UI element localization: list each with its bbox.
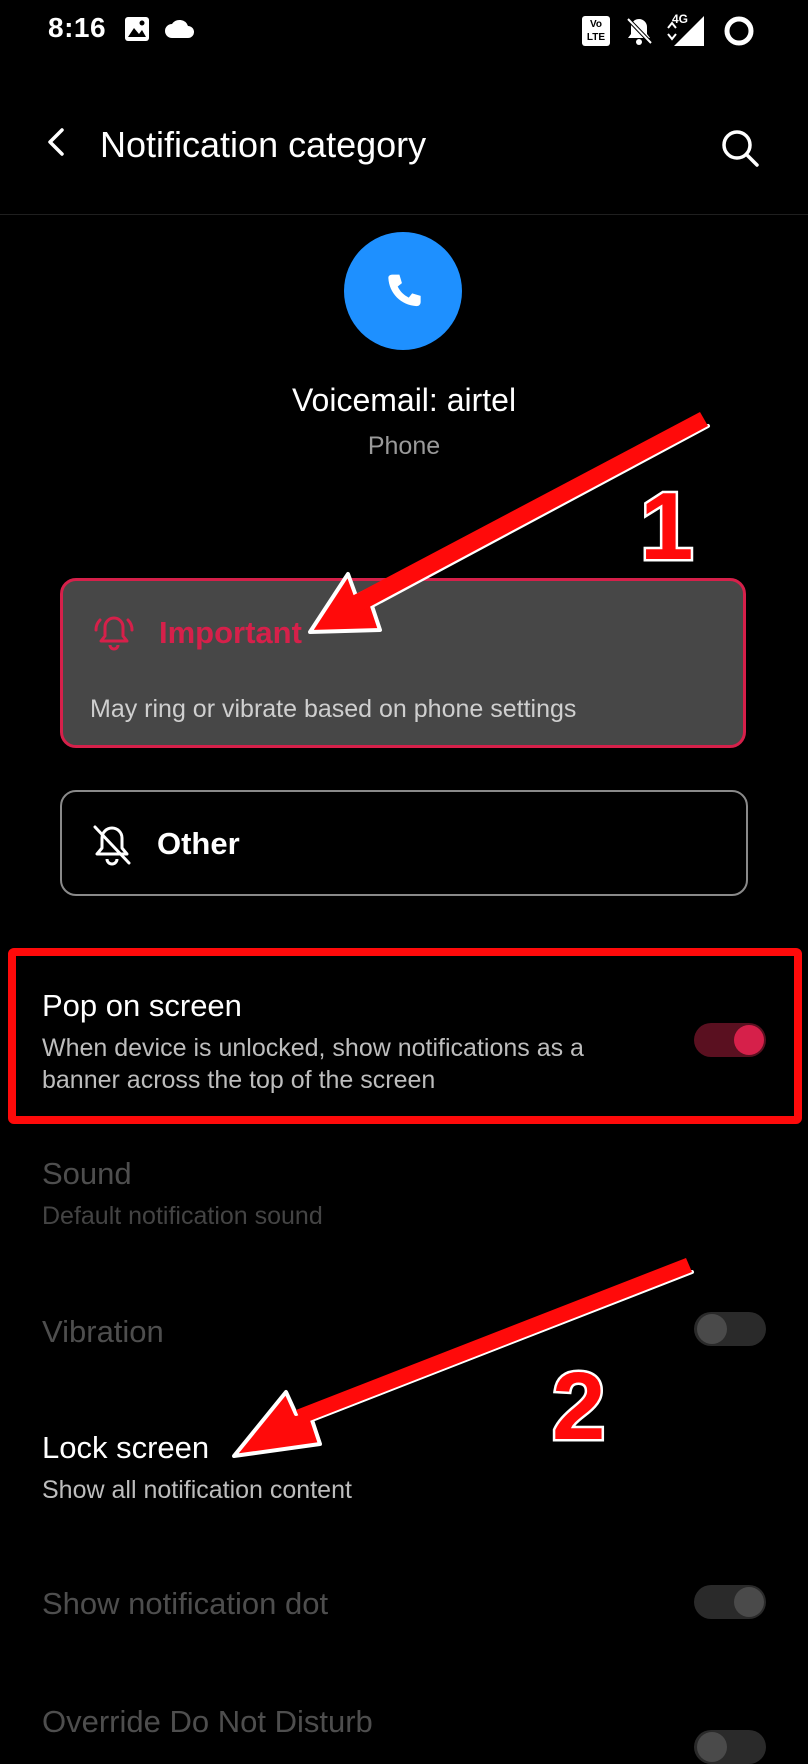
importance-other-card[interactable]: Other	[60, 790, 748, 896]
importance-important-card[interactable]: Important May ring or vibrate based on p…	[60, 578, 746, 748]
vibration-toggle[interactable]	[694, 1312, 766, 1346]
sound-subtitle: Default notification sound	[42, 1202, 323, 1230]
battery-ring-icon	[724, 16, 754, 46]
sound-title[interactable]: Sound	[42, 1156, 132, 1192]
phone-icon	[388, 274, 421, 307]
bell-ringing-icon	[94, 616, 134, 651]
image-icon	[125, 17, 149, 41]
notification-dot-toggle[interactable]	[694, 1585, 766, 1619]
channel-name: Voicemail: airtel	[291, 382, 517, 418]
notification-dot-title: Show notification dot	[42, 1586, 329, 1621]
page-title: Notification category	[100, 124, 427, 165]
toggle-knob	[734, 1587, 764, 1617]
bell-off-icon	[626, 17, 653, 45]
lock-screen-title[interactable]: Lock screen	[42, 1430, 209, 1466]
importance-important-description: May ring or vibrate based on phone setti…	[90, 695, 577, 723]
override-dnd-toggle[interactable]	[694, 1730, 766, 1764]
status-time: 8:16	[48, 12, 107, 43]
lock-screen-subtitle: Show all notification content	[42, 1476, 352, 1504]
pop-on-screen-subtitle-line2: banner across the top of the screen	[42, 1066, 436, 1094]
toggle-knob	[697, 1732, 727, 1762]
back-arrow-icon[interactable]	[36, 122, 76, 162]
annotation-step-2: 2	[549, 1351, 607, 1463]
pop-on-screen-title: Pop on screen	[42, 988, 242, 1023]
importance-other-label: Other	[157, 826, 240, 861]
volte-icon: Vo LTE	[582, 16, 610, 46]
app-name: Phone	[367, 432, 441, 460]
toggle-knob	[734, 1025, 764, 1055]
importance-important-label: Important	[159, 615, 302, 650]
search-icon[interactable]	[718, 126, 762, 170]
annotation-arrow-2	[232, 1258, 694, 1458]
pop-on-screen-toggle[interactable]	[694, 1023, 766, 1057]
override-dnd-title: Override Do Not Disturb	[42, 1704, 373, 1739]
volte-label: Vo LTE	[586, 19, 606, 43]
annotation-step-1: 1	[637, 471, 695, 583]
signal-4g-icon	[667, 16, 704, 46]
toggle-knob	[697, 1314, 727, 1344]
header-divider	[0, 214, 808, 215]
app-avatar	[344, 232, 462, 350]
bell-off-icon	[93, 825, 131, 866]
cloud-icon	[165, 19, 194, 38]
pop-on-screen-subtitle-line1: When device is unlocked, show notificati…	[42, 1034, 584, 1062]
vibration-title: Vibration	[42, 1314, 164, 1349]
